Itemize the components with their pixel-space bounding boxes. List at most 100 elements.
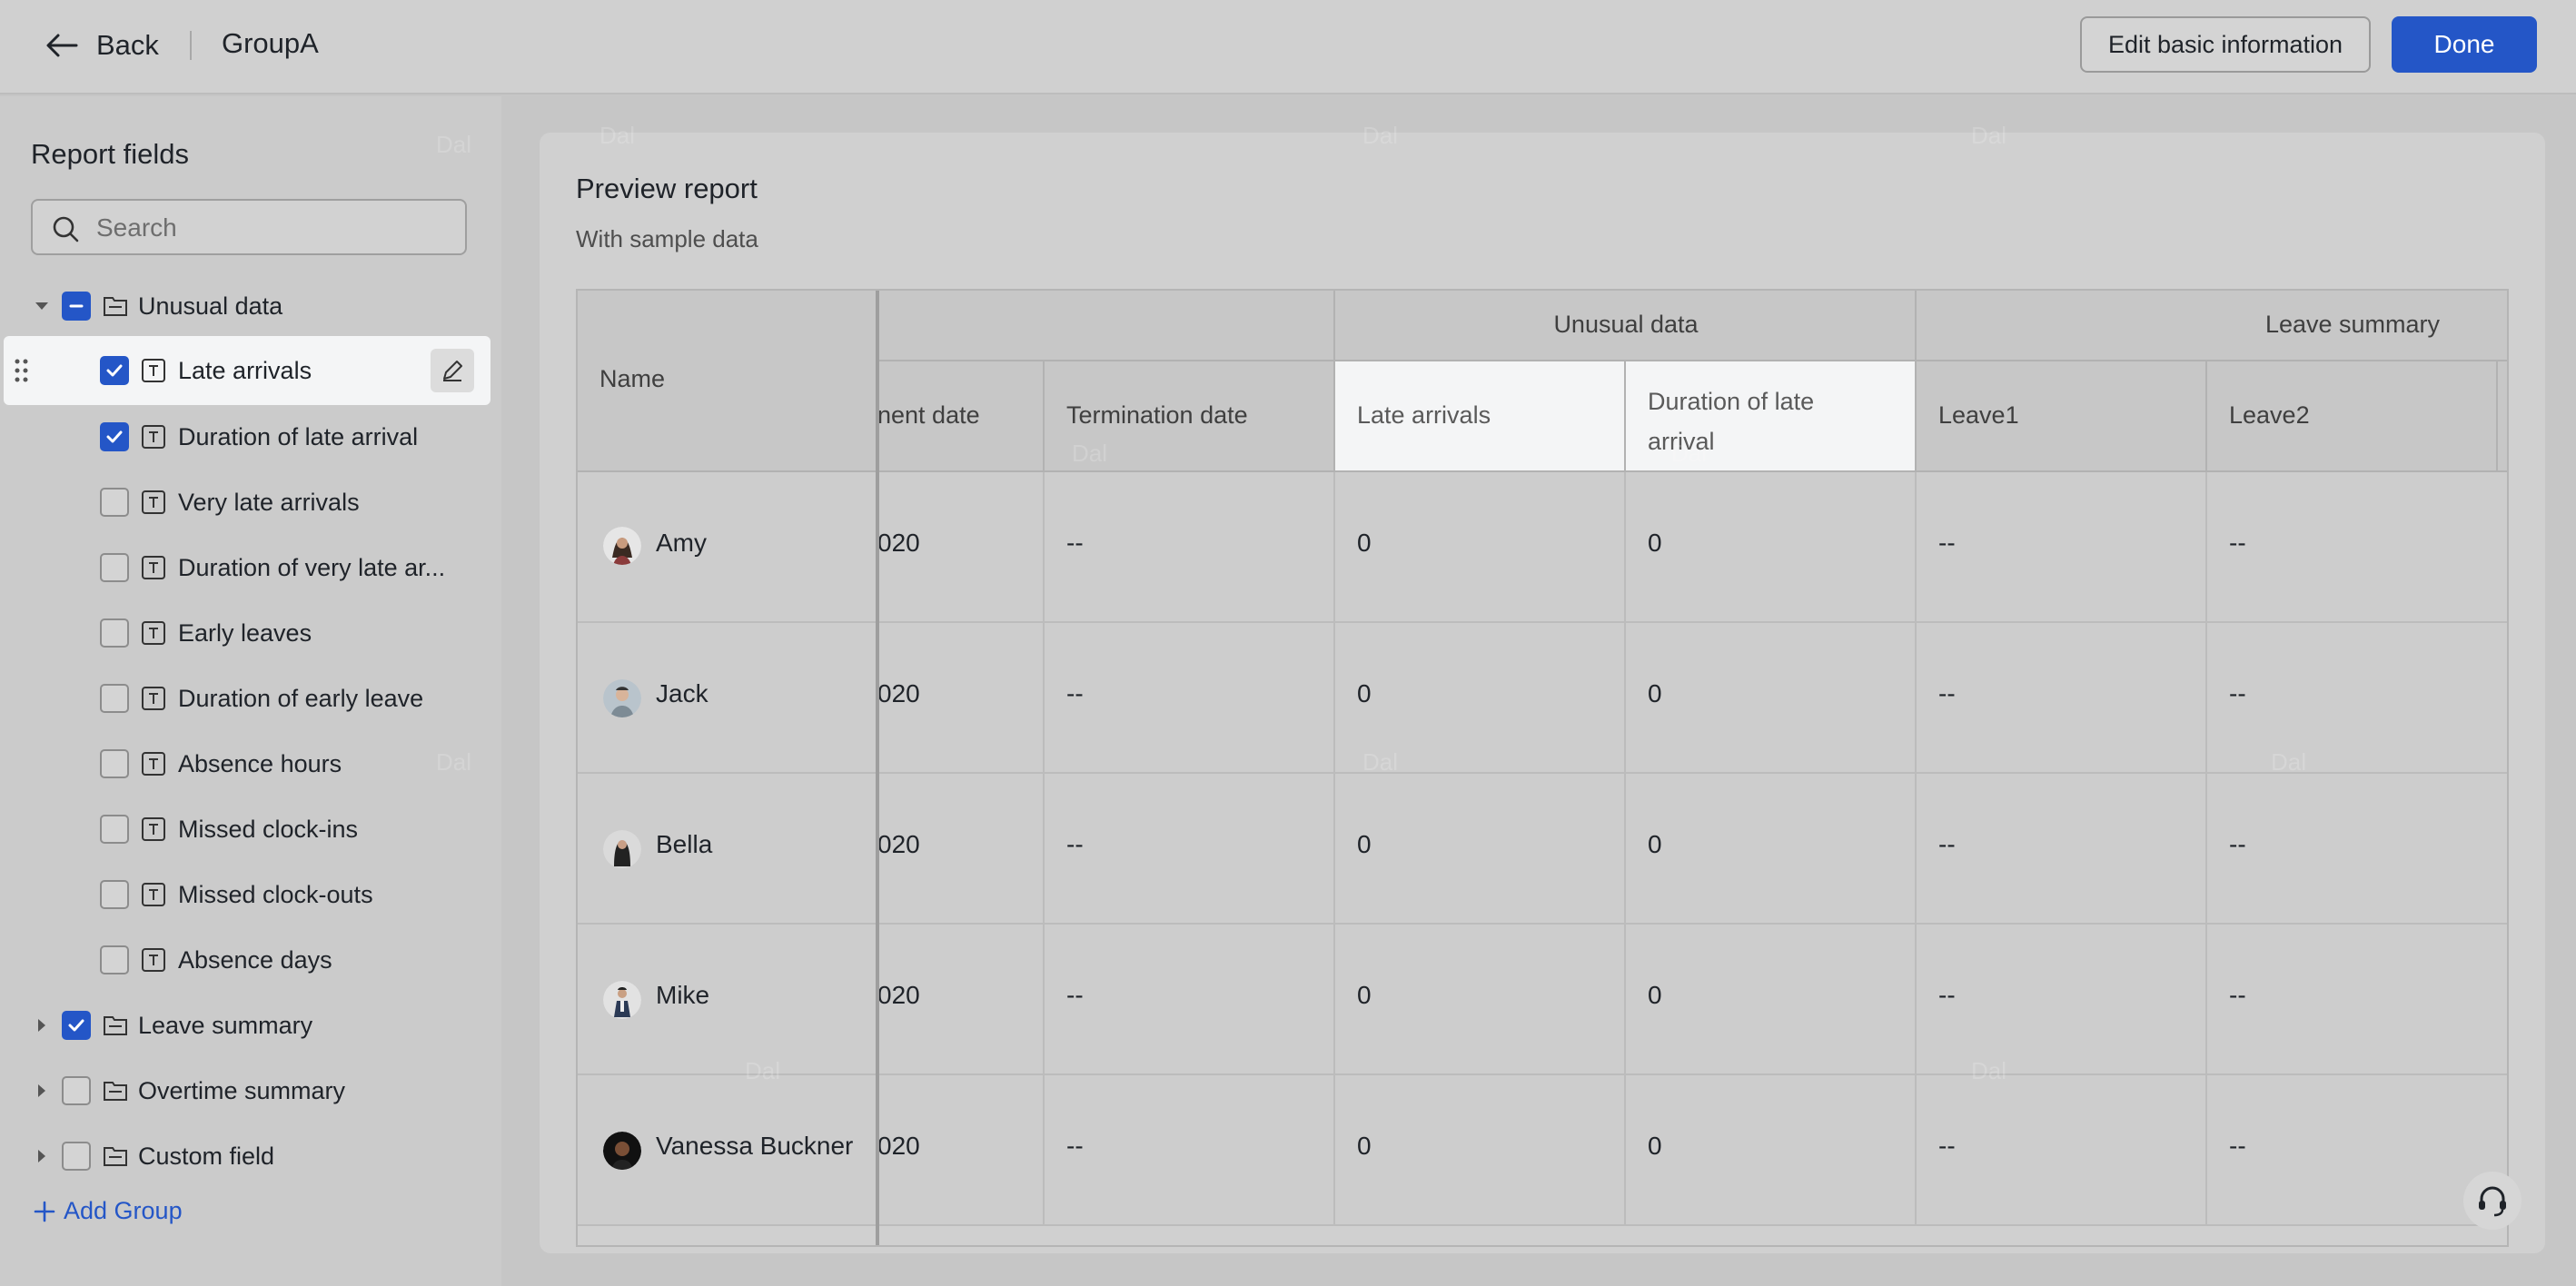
watermark: Dal (1362, 748, 1399, 776)
checkbox-late-arrivals[interactable] (100, 356, 129, 385)
checkbox-custom-field[interactable] (62, 1142, 91, 1171)
field-row[interactable]: Duration of late arrival (0, 407, 501, 467)
caret-right-icon[interactable] (33, 1082, 51, 1100)
table-row-name-cell: Amy (578, 472, 877, 623)
employee-name: Amy (656, 529, 707, 557)
table-cell: 020 (877, 472, 1045, 623)
group-row-custom-field[interactable]: Custom field (0, 1126, 501, 1186)
column-header-leave2[interactable]: Leave2 (2207, 361, 2498, 472)
text-field-icon (142, 425, 165, 449)
done-button[interactable]: Done (2392, 16, 2537, 73)
group-label: Unusual data (138, 292, 283, 320)
caret-down-icon[interactable] (33, 297, 51, 315)
table-cell: -- (1045, 925, 1335, 1075)
help-button[interactable] (2463, 1172, 2522, 1230)
cell-value: 0 (1648, 679, 1662, 707)
column-header-label: Leave1 (1938, 401, 2019, 429)
cell-value: 0 (1357, 679, 1372, 707)
add-group-button[interactable]: Add Group (31, 1197, 183, 1225)
top-bar: Back GroupA Edit basic information Done (0, 0, 2576, 94)
edit-field-button[interactable] (431, 349, 474, 392)
table-cell: 0 (1335, 472, 1626, 623)
check-icon (106, 430, 123, 443)
column-header-label: Late arrivals (1357, 401, 1491, 429)
table-cell: 020 (877, 623, 1045, 774)
field-label: Early leaves (178, 619, 312, 647)
cell-value: 0 (1648, 529, 1662, 557)
table-cell: -- (2207, 623, 2507, 774)
checkbox-unusual-data[interactable] (62, 292, 91, 321)
column-header-duration-late[interactable]: Duration of late arrival (1626, 361, 1917, 472)
checkbox-field[interactable] (100, 553, 129, 582)
plus-icon (34, 1201, 55, 1222)
checkbox-field[interactable] (100, 618, 129, 648)
column-header-leave1[interactable]: Leave1 (1917, 361, 2207, 472)
preview-card: Preview report With sample data Unusual … (540, 133, 2545, 1253)
minus-icon (69, 304, 84, 308)
group-label: Overtime summary (138, 1077, 346, 1104)
field-row[interactable]: Absence hours (0, 734, 501, 794)
field-row[interactable]: Duration of very late ar... (0, 538, 501, 598)
cell-value: -- (1066, 1132, 1084, 1160)
cell-value: 020 (877, 529, 920, 557)
field-label: Absence days (178, 946, 332, 974)
edit-basic-information-button[interactable]: Edit basic information (2080, 16, 2371, 73)
group-row-leave-summary[interactable]: Leave summary (0, 995, 501, 1055)
checkbox-overtime-summary[interactable] (62, 1076, 91, 1105)
table-row-name-cell: Vanessa Buckner (578, 1075, 877, 1226)
field-row[interactable]: Missed clock-outs (0, 865, 501, 925)
group-row-overtime-summary[interactable]: Overtime summary (0, 1061, 501, 1121)
field-row[interactable]: Absence days (0, 930, 501, 990)
field-label: Duration of early leave (178, 685, 424, 712)
cell-value: -- (1938, 529, 1956, 557)
employee-name: Bella (656, 830, 713, 858)
column-header-employment-date[interactable]: nent date (877, 361, 1045, 472)
drag-handle-icon[interactable] (13, 356, 31, 385)
column-header-late-arrivals[interactable]: Late arrivals (1335, 361, 1626, 472)
add-group-label: Add Group (64, 1197, 183, 1224)
text-field-icon (142, 490, 165, 514)
column-header-name[interactable]: Name (578, 291, 877, 472)
avatar (603, 981, 641, 1019)
text-field-icon (142, 948, 165, 972)
checkbox-field[interactable] (100, 684, 129, 713)
caret-right-icon[interactable] (33, 1147, 51, 1165)
watermark: Dal (745, 1057, 781, 1084)
checkbox-field[interactable] (100, 815, 129, 844)
watermark: Dal (599, 122, 636, 149)
search-input[interactable] (96, 212, 451, 244)
checkbox-field[interactable] (100, 945, 129, 974)
checkbox-leave-summary[interactable] (62, 1011, 91, 1040)
preview-table[interactable]: Unusual data Leave summary Name nent dat… (576, 289, 2509, 1247)
back-button[interactable]: Back (44, 25, 159, 65)
checkbox-field[interactable] (100, 880, 129, 909)
table-cell: 0 (1626, 472, 1917, 623)
field-row[interactable]: Very late arrivals (0, 472, 501, 532)
column-header-label: nent date (877, 401, 980, 429)
checkbox-field[interactable] (100, 749, 129, 778)
checkbox-field[interactable] (100, 488, 129, 517)
cell-value: -- (1066, 679, 1084, 707)
table-cell: 020 (877, 1075, 1045, 1226)
caret-right-icon[interactable] (33, 1016, 51, 1034)
employee-name: Mike (656, 981, 710, 1009)
field-row[interactable]: Early leaves (0, 603, 501, 663)
watermark: Dal (1671, 440, 1708, 467)
avatar (603, 679, 641, 717)
table-cell: 0 (1626, 623, 1917, 774)
frozen-column-divider (876, 291, 879, 1245)
table-cell: -- (1917, 925, 2207, 1075)
field-row[interactable]: Missed clock-ins (0, 799, 501, 859)
avatar (603, 527, 641, 565)
table-row-name-cell: Bella (578, 774, 877, 925)
group-row-unusual-data[interactable]: Unusual data (0, 276, 501, 336)
checkbox-field[interactable] (100, 422, 129, 451)
group-header-label: Unusual data (1553, 311, 1699, 338)
field-row-late-arrivals[interactable]: Late arrivals (4, 336, 490, 405)
pencil-icon (443, 361, 462, 381)
cell-value: 020 (877, 830, 920, 858)
group-label: Leave summary (138, 1012, 313, 1039)
field-label: Late arrivals (178, 357, 312, 384)
search-box[interactable] (31, 199, 467, 255)
field-row[interactable]: Duration of early leave (0, 668, 501, 728)
